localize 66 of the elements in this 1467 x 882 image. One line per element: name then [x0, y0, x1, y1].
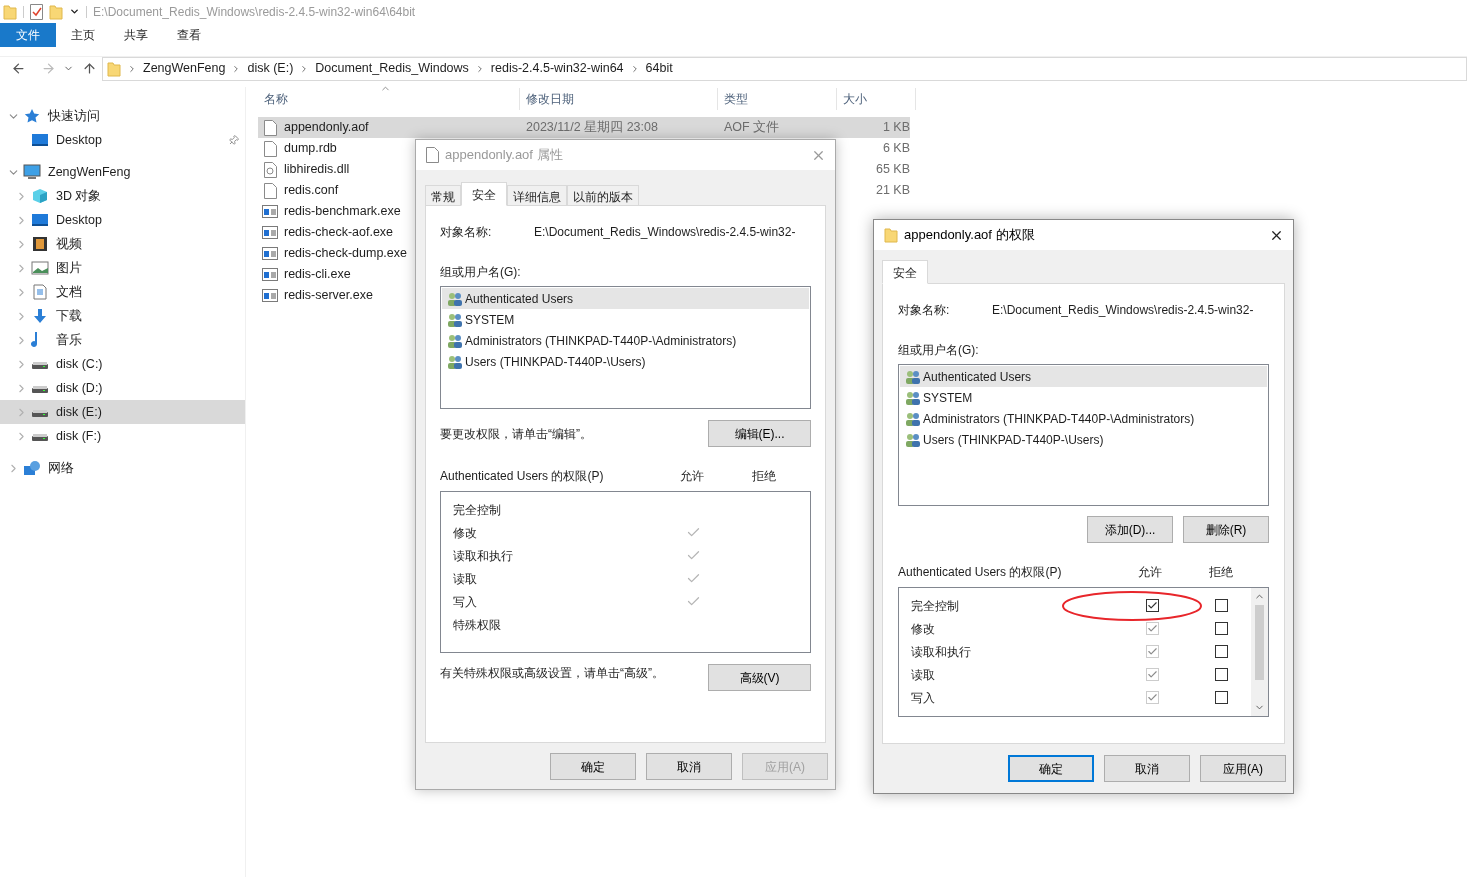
object-label: 对象名称: — [898, 302, 951, 319]
file-name: redis-benchmark.exe — [284, 203, 401, 221]
file-size: 1 KB — [882, 120, 910, 135]
edit-hint: 要更改权限，请单击“编辑”。 — [440, 425, 592, 443]
tree-item-label: 视频 — [56, 235, 82, 253]
tree-item-label: ZengWenFeng — [48, 163, 131, 181]
file-name: redis-server.exe — [284, 287, 373, 305]
group-name: Administrators (THINKPAD-T440P-\Administrators) — [923, 410, 1195, 428]
file-name: redis-check-dump.exe — [284, 245, 407, 263]
deny-header: 拒绝 — [752, 468, 776, 485]
group-name: Users (THINKPAD-T440P-\Users) — [465, 353, 646, 371]
permission-name: 特殊权限 — [453, 616, 502, 634]
object-path: E:\Document_Redis_Windows\redis-2.4.5-win32- — [534, 224, 796, 241]
tree-item-label: Desktop — [56, 211, 102, 229]
tree-item-label: 3D 对象 — [56, 187, 102, 205]
file-size: 21 KB — [875, 183, 910, 198]
object-label: 对象名称: — [440, 224, 493, 241]
advanced-hint: 有关特殊权限或高级设置，请单击“高级”。 — [440, 665, 664, 682]
groups-label: 组或用户名(G): — [440, 264, 522, 281]
tree-item-label: Desktop — [56, 131, 102, 149]
tree-item-label: 文档 — [56, 283, 82, 301]
permission-name: 修改 — [911, 620, 936, 638]
tree-item-label: disk (C:) — [56, 355, 103, 373]
file-size: 65 KB — [875, 162, 910, 177]
tree-item-label: 下载 — [56, 307, 82, 325]
permission-name: 修改 — [453, 524, 478, 542]
allow-header: 允许 — [680, 468, 705, 485]
permission-name: 写入 — [453, 593, 478, 611]
tree-item-label: 音乐 — [56, 331, 82, 349]
file-name: dump.rdb — [284, 140, 337, 158]
file-name: libhiredis.dll — [284, 161, 350, 179]
file-name: redis-check-aof.exe — [284, 224, 394, 242]
permission-name: 完全控制 — [453, 501, 502, 519]
tree-item-label: disk (E:) — [56, 403, 102, 421]
group-name: Authenticated Users — [923, 368, 1032, 386]
tree-item-label: disk (D:) — [56, 379, 103, 397]
permissions-label: Authenticated Users 的权限(P) — [898, 564, 1063, 581]
permissions-label: Authenticated Users 的权限(P) — [440, 468, 605, 485]
window-title: E:\Document_Redis_Windows\redis-2.4.5-win32-win64\64bit — [93, 3, 416, 21]
groups-label: 组或用户名(G): — [898, 342, 980, 359]
deny-header: 拒绝 — [1209, 564, 1233, 581]
object-path: E:\Document_Redis_Windows\redis-2.4.5-win32- — [992, 302, 1254, 319]
dialog-title: appendonly.aof 属性 — [445, 146, 563, 165]
tree-item-label: disk (F:) — [56, 427, 102, 445]
group-name: SYSTEM — [465, 311, 515, 329]
modified-date: 2023/11/2 星期四 23:08 — [526, 120, 658, 135]
permission-name: 写入 — [911, 689, 936, 707]
allow-header: 允许 — [1138, 564, 1163, 581]
permission-name: 读取 — [911, 666, 936, 684]
tree-item-label: 快速访问 — [48, 107, 100, 125]
permission-name: 读取和执行 — [453, 547, 514, 565]
file-name: redis.conf — [284, 182, 339, 200]
group-name: Users (THINKPAD-T440P-\Users) — [923, 431, 1104, 449]
file-size: 6 KB — [882, 141, 910, 156]
file-name: appendonly.aof — [284, 119, 369, 137]
tree-item-label: 图片 — [56, 259, 82, 277]
group-name: Authenticated Users — [465, 290, 574, 308]
permission-name: 完全控制 — [911, 597, 960, 615]
group-name: Administrators (THINKPAD-T440P-\Administrators) — [465, 332, 737, 350]
permission-name: 读取和执行 — [911, 643, 972, 661]
tree-item-label: 网络 — [48, 459, 74, 477]
group-name: SYSTEM — [923, 389, 973, 407]
dialog-title: appendonly.aof 的权限 — [904, 226, 1035, 245]
permission-name: 读取 — [453, 570, 478, 588]
file-type: AOF 文件 — [724, 120, 780, 135]
file-name: redis-cli.exe — [284, 266, 351, 284]
